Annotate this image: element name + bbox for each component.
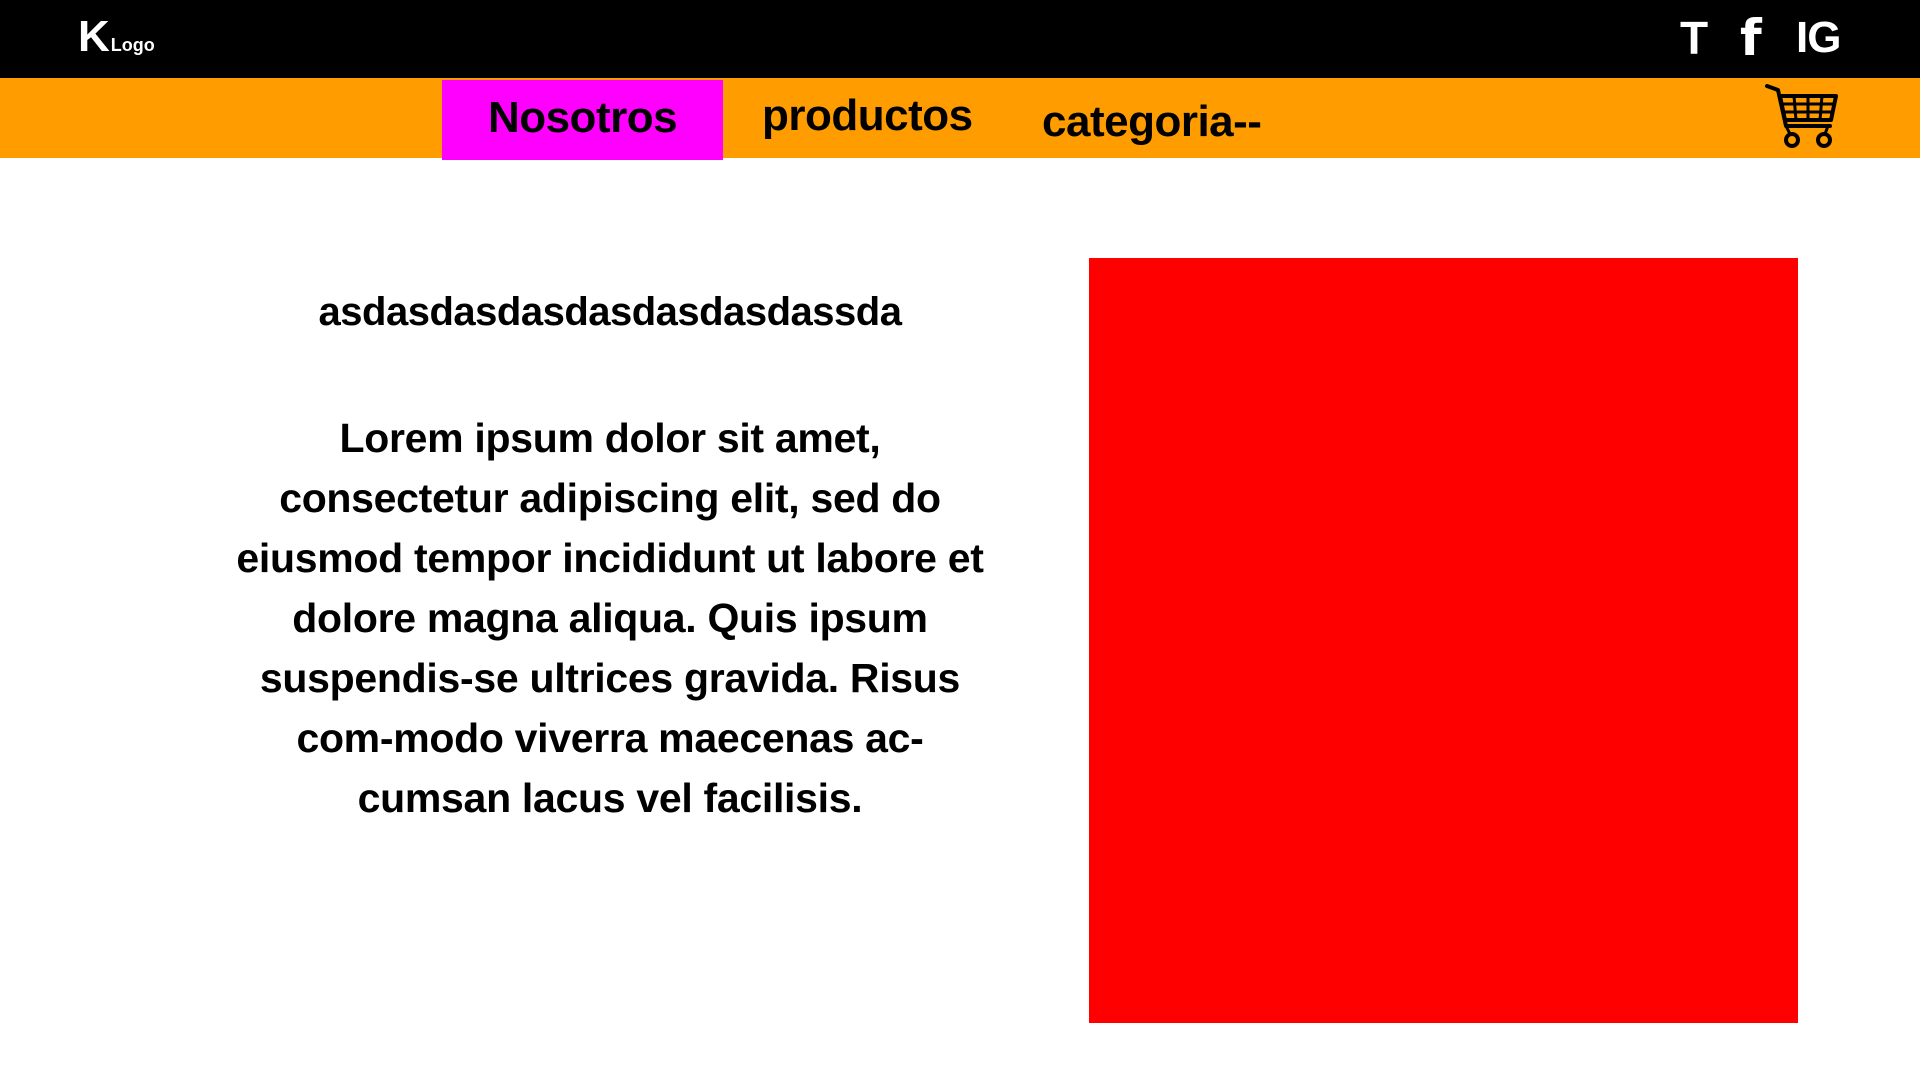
instagram-icon[interactable]: IG [1796, 10, 1841, 66]
twitter-icon[interactable]: T [1680, 10, 1708, 66]
logo-text: Logo [110, 35, 155, 55]
body-text: Lorem ipsum dolor sit amet, consectetur … [236, 415, 984, 821]
nav-item-categoria-dropdown[interactable]: categoria-- [1042, 97, 1262, 147]
image-placeholder [1089, 258, 1798, 1023]
nav-item-nosotros[interactable]: Nosotros [442, 80, 723, 160]
shopping-cart-icon[interactable] [1764, 82, 1840, 152]
logo-mark: K [78, 12, 110, 61]
nav-bar: Nosotros productos categoria-- [0, 78, 1920, 160]
page-title: asdasdasdasdasdasdasdassda [318, 290, 902, 334]
nav-item-productos[interactable]: productos [762, 91, 973, 141]
logo[interactable]: K Logo [78, 12, 155, 62]
facebook-icon[interactable]: f [1740, 9, 1762, 67]
top-bar: K Logo T f IG [0, 0, 1920, 78]
